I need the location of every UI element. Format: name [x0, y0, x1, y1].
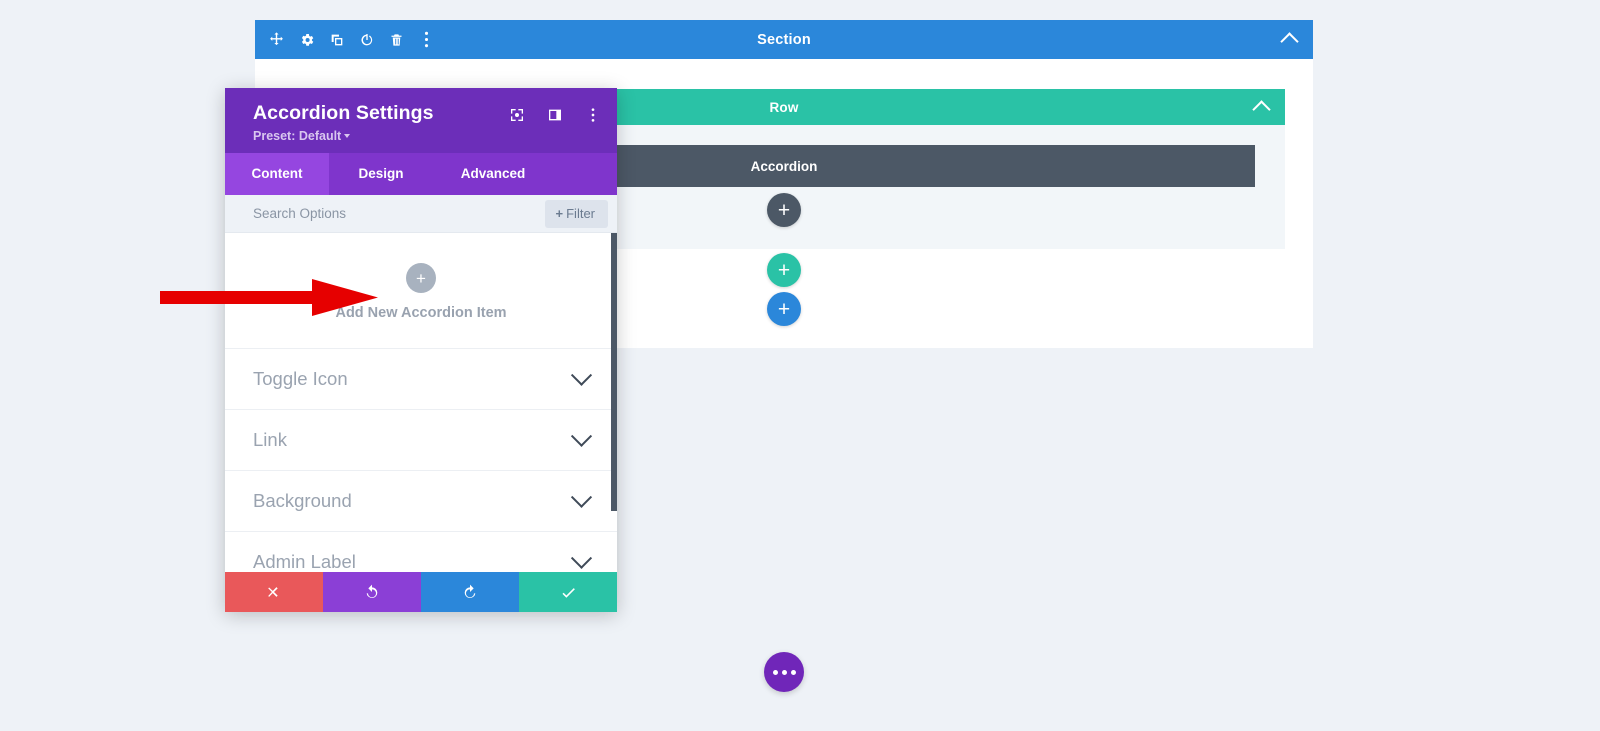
- chevron-down-icon: [570, 486, 593, 508]
- redo-button[interactable]: [421, 572, 519, 612]
- modal-header-icons: [509, 107, 601, 123]
- add-module-button[interactable]: +: [767, 193, 801, 227]
- option-group-toggle-icon[interactable]: Toggle Icon: [225, 349, 617, 411]
- kebab-menu-icon[interactable]: [418, 31, 435, 48]
- fab-dot-3: [790, 669, 796, 675]
- chevron-down-icon: [344, 134, 351, 139]
- panel-layout-icon[interactable]: [547, 107, 563, 123]
- accordion-settings-modal: Accordion Settings Preset: Default Conte…: [225, 88, 617, 612]
- section-toolbar[interactable]: Section: [255, 20, 1313, 59]
- modal-tabs: Content Design Advanced: [225, 153, 617, 196]
- search-input[interactable]: [253, 206, 493, 222]
- modal-preset-label: Preset: Default: [253, 129, 342, 144]
- builder-canvas-root: Section Row Accordion + + + Accordion Se…: [0, 0, 1600, 731]
- row-collapse-chevron-up-icon[interactable]: [1251, 98, 1271, 119]
- modal-preset-selector[interactable]: Preset: Default: [253, 129, 601, 143]
- discard-button[interactable]: [225, 572, 323, 612]
- add-row-container: +: [283, 249, 1285, 287]
- add-row-button[interactable]: +: [767, 253, 801, 287]
- option-group-label: Toggle Icon: [253, 368, 348, 390]
- option-group-background[interactable]: Background: [225, 471, 617, 533]
- save-button[interactable]: [519, 572, 617, 612]
- section-toolbar-icons: [255, 31, 435, 48]
- option-group-label: Background: [253, 490, 352, 512]
- kebab-menu-icon[interactable]: [585, 107, 601, 123]
- move-icon[interactable]: [268, 31, 285, 48]
- duplicate-icon[interactable]: [328, 31, 345, 48]
- option-group-admin-label[interactable]: Admin Label: [225, 532, 617, 572]
- add-new-accordion-item-label: Add New Accordion Item: [335, 305, 507, 322]
- module-label: Accordion: [750, 158, 818, 174]
- add-section-button[interactable]: +: [767, 292, 801, 326]
- modal-header: Accordion Settings Preset: Default: [225, 88, 617, 154]
- option-group-link[interactable]: Link: [225, 410, 617, 472]
- undo-button[interactable]: [323, 572, 421, 612]
- section-collapse-chevron-up-icon[interactable]: [1279, 31, 1299, 51]
- chevron-down-icon: [570, 364, 593, 386]
- fab-dot-1: [772, 669, 778, 675]
- focus-mode-icon[interactable]: [509, 107, 525, 123]
- filter-button-label: Filter: [566, 205, 595, 221]
- tab-content[interactable]: Content: [225, 153, 329, 196]
- tab-design[interactable]: Design: [329, 153, 433, 195]
- tab-advanced[interactable]: Advanced: [433, 153, 553, 195]
- chevron-down-icon: [570, 425, 593, 447]
- filter-button[interactable]: + Filter: [544, 199, 608, 228]
- trash-icon[interactable]: [388, 31, 405, 48]
- gear-icon[interactable]: [298, 31, 315, 48]
- power-icon[interactable]: [358, 31, 375, 48]
- page-settings-fab[interactable]: [764, 652, 804, 692]
- chevron-down-icon: [570, 547, 593, 569]
- option-group-label: Link: [253, 429, 287, 451]
- filter-plus-icon: +: [555, 205, 564, 221]
- modal-footer: [225, 572, 617, 612]
- fab-dot-2: [781, 669, 787, 675]
- option-group-label: Admin Label: [253, 551, 356, 572]
- search-options-bar: +Filter: [225, 195, 617, 234]
